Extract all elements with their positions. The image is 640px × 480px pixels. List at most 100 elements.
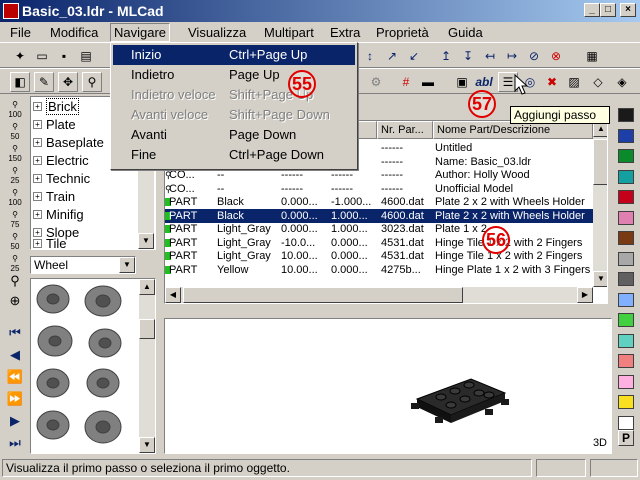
menu-file[interactable]: File [10, 25, 31, 40]
menu-proprieta[interactable]: Proprietà [376, 25, 429, 40]
open-folder-icon[interactable]: ▭ [32, 46, 52, 66]
view-3d[interactable]: 3D [164, 318, 612, 454]
no-move-icon[interactable]: ⊗ [546, 46, 566, 66]
last-step-icon[interactable]: ⏭ [4, 436, 26, 458]
next-step-icon[interactable]: ▶ [4, 414, 26, 436]
maximize-button[interactable]: □ [600, 3, 616, 17]
table-row[interactable]: PART Light_Gray 0.000... 1.000... 3023.dat Pl… [165, 222, 593, 236]
color-swatch[interactable] [618, 374, 634, 389]
table-row[interactable]: ⚲ CO... -- ------ ------ ------ Author: Holly … [165, 168, 593, 182]
zoom-25-button[interactable]: ⚲ 25 [4, 166, 26, 186]
scroll-thumb[interactable] [139, 319, 155, 339]
grid-hscrollbar[interactable]: ◀ ▶ [165, 287, 593, 303]
table-row[interactable]: PART Light_Gray -10.0... 0.000... 4531.dat Hi… [165, 236, 593, 250]
delete-icon[interactable]: ✖ [542, 72, 562, 92]
expand-icon[interactable]: + [33, 209, 42, 219]
ghost-icon[interactable]: ▬ [418, 72, 438, 92]
expand-icon[interactable]: + [33, 137, 42, 147]
zoom-100b-button[interactable]: ⚲ 100 [4, 188, 26, 208]
move-icon[interactable]: ✥ [58, 72, 78, 92]
menu-guida[interactable]: Guida [448, 25, 483, 40]
color-swatch[interactable] [618, 272, 634, 286]
fast-forward-icon[interactable]: ⏩ [4, 392, 26, 414]
move-down-icon[interactable]: ↧ [458, 46, 478, 66]
scroll-down-icon[interactable]: ▼ [138, 233, 154, 249]
tree-item-plate[interactable]: + Plate [33, 115, 76, 133]
menu-item-fine[interactable]: Fine Ctrl+Page Down [113, 145, 355, 165]
expand-icon[interactable]: + [33, 119, 42, 129]
close-button[interactable]: × [620, 3, 636, 17]
move-free-icon[interactable]: ⊘ [524, 46, 544, 66]
expand-icon[interactable]: + [33, 155, 42, 165]
zoom-50b-button[interactable]: ⚲ 50 [4, 232, 26, 252]
expand-icon[interactable]: + [33, 191, 42, 201]
color-swatch[interactable] [618, 415, 634, 430]
expand-icon[interactable]: + [33, 101, 42, 111]
color-swatch[interactable] [618, 210, 634, 225]
tree-item-brick[interactable]: + Brick [33, 97, 79, 115]
tree-item-technic[interactable]: + Technic [33, 169, 90, 187]
color-swatch[interactable] [618, 292, 634, 307]
color-swatch[interactable] [618, 128, 634, 143]
tree-item-baseplate[interactable]: + Baseplate [33, 133, 104, 151]
menu-multipart[interactable]: Multipart [264, 25, 314, 40]
scroll-up-icon[interactable]: ▲ [139, 279, 155, 295]
insert-text-icon[interactable]: abl [474, 72, 494, 92]
insert-part-icon[interactable]: ▣ [452, 72, 472, 92]
rotate-x-icon[interactable]: ↗ [382, 46, 402, 66]
scroll-down-icon[interactable]: ▼ [139, 437, 155, 453]
color-swatch[interactable] [618, 149, 634, 163]
app-icon[interactable] [3, 3, 19, 19]
category-select[interactable]: Wheel ▼ [30, 256, 136, 274]
scroll-thumb[interactable] [593, 139, 607, 185]
menu-item-inizio[interactable]: Inizio Ctrl+Page Up [113, 45, 355, 65]
table-row[interactable]: PART Black 0.000... -1.000... 4600.dat Plate … [165, 195, 593, 209]
table-row[interactable]: PART Light_Gray 10.00... 0.000... 4531.dat Hi… [165, 249, 593, 263]
move-left-icon[interactable]: ↤ [480, 46, 500, 66]
preview-scrollbar[interactable]: ▲ ▼ [139, 279, 155, 453]
ghost-part-icon[interactable]: ◈ [612, 72, 632, 92]
print-icon[interactable]: ▤ [76, 46, 96, 66]
zoom-50-button[interactable]: ⚲ 50 [4, 122, 26, 142]
column-header-part-number[interactable]: Nr. Par... [377, 121, 433, 139]
color-swatch[interactable] [618, 231, 634, 245]
scroll-thumb[interactable] [183, 287, 463, 303]
menu-item-indietro[interactable]: Indietro Page Up [113, 65, 355, 85]
scroll-left-icon[interactable]: ◀ [165, 287, 181, 303]
color-swatch[interactable] [618, 333, 634, 348]
color-swatch[interactable] [618, 169, 634, 184]
menu-visualizza[interactable]: Visualizza [188, 25, 246, 40]
menu-extra[interactable]: Extra [330, 25, 360, 40]
chevron-down-icon[interactable]: ▼ [119, 257, 135, 273]
zoom-25b-button[interactable]: ⚲ 25 [4, 254, 26, 274]
expand-icon[interactable]: + [33, 173, 42, 183]
new-file-icon[interactable]: ✦ [10, 46, 30, 66]
tree-item-electric[interactable]: + Electric [33, 151, 89, 169]
tree-item-train[interactable]: + Train [33, 187, 75, 205]
edit-icon[interactable]: ✎ [34, 72, 54, 92]
fast-back-icon[interactable]: ⏪ [4, 370, 26, 392]
first-step-icon[interactable]: ⏮ [4, 326, 26, 348]
move-up-icon[interactable]: ↥ [436, 46, 456, 66]
rotate-icon[interactable]: ↕ [360, 46, 380, 66]
color-swatch[interactable] [618, 313, 634, 327]
color-swatch[interactable] [618, 251, 634, 266]
zoom-all-icon[interactable]: ⊕ [4, 294, 26, 316]
scroll-right-icon[interactable]: ▶ [577, 287, 593, 303]
tree-item-minifig[interactable]: + Minifig [33, 205, 84, 223]
expand-icon[interactable]: + [33, 227, 42, 237]
zoom-75-button[interactable]: ⚲ 75 [4, 210, 26, 230]
expand-icon[interactable]: + [33, 238, 42, 248]
color-swatch[interactable] [618, 190, 634, 204]
wheel-thumbnails[interactable] [31, 279, 137, 451]
save-icon[interactable]: ▪ [54, 46, 74, 66]
minimize-button[interactable]: _ [584, 3, 600, 17]
select-icon[interactable]: ◧ [10, 72, 30, 92]
menu-modifica[interactable]: Modifica [50, 25, 98, 40]
zoom-100-button[interactable]: ⚲ 100 [4, 100, 26, 120]
prev-step-icon[interactable]: ◀ [4, 348, 26, 370]
brush-icon[interactable]: ⚙ [366, 72, 386, 92]
color-swatch[interactable] [618, 395, 634, 409]
menu-item-avanti[interactable]: Avanti Page Down [113, 125, 355, 145]
color-swatch[interactable] [618, 354, 634, 368]
